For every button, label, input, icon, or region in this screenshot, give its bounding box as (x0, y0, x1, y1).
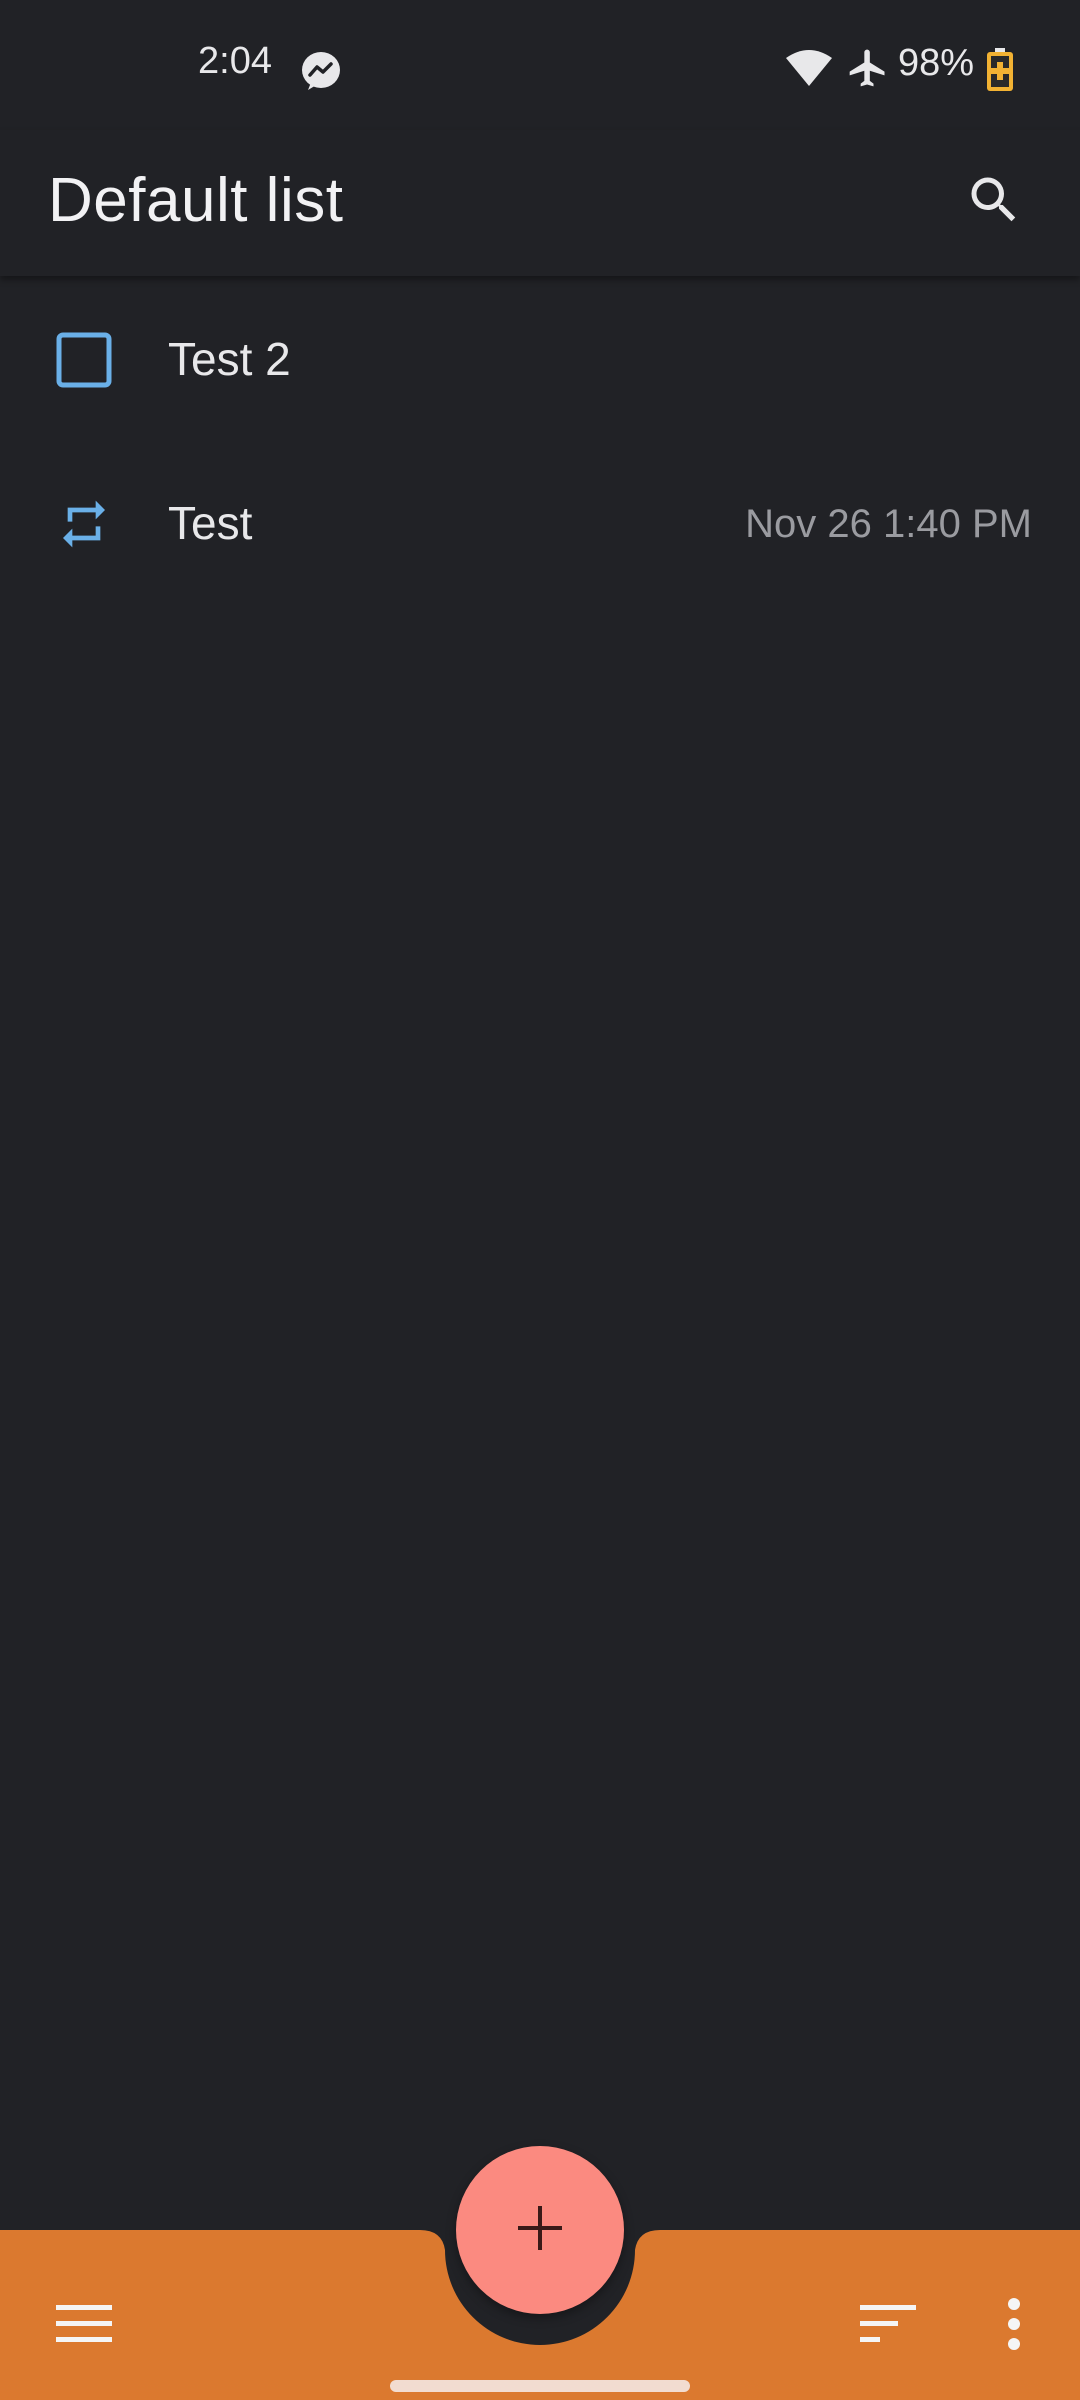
messenger-icon (300, 50, 342, 92)
task-title: Test 2 (168, 333, 291, 385)
task-due-date: Nov 26 1:40 PM (745, 502, 1032, 546)
wifi-icon (784, 48, 834, 88)
task-row[interactable]: Test 2 (0, 276, 1080, 440)
gesture-handle[interactable] (390, 2380, 690, 2392)
add-task-button[interactable] (456, 2146, 624, 2314)
checkbox-unchecked-icon[interactable] (56, 332, 112, 388)
search-icon (964, 170, 1024, 235)
more-options-button[interactable] (970, 2282, 1058, 2370)
app-bar: Default list (0, 130, 1080, 276)
search-button[interactable] (944, 152, 1044, 252)
battery-percentage: 98% (898, 42, 975, 84)
repeat-icon[interactable] (56, 496, 112, 552)
status-time: 2:04 (198, 40, 272, 82)
menu-button[interactable] (40, 2282, 128, 2370)
sort-icon (860, 2303, 916, 2350)
sort-button[interactable] (844, 2282, 932, 2370)
airplane-icon (846, 46, 890, 90)
status-bar: 2:04 98% (0, 0, 1080, 130)
task-title: Test (168, 497, 253, 549)
more-vert-icon (1006, 2297, 1022, 2355)
task-row[interactable]: Test Nov 26 1:40 PM (0, 440, 1080, 608)
plus-icon (516, 2204, 564, 2257)
page-title: Default list (48, 166, 344, 235)
menu-icon (56, 2303, 112, 2350)
task-list: Test 2 Test Nov 26 1:40 PM (0, 276, 1080, 608)
battery-charging-icon (986, 48, 1014, 92)
